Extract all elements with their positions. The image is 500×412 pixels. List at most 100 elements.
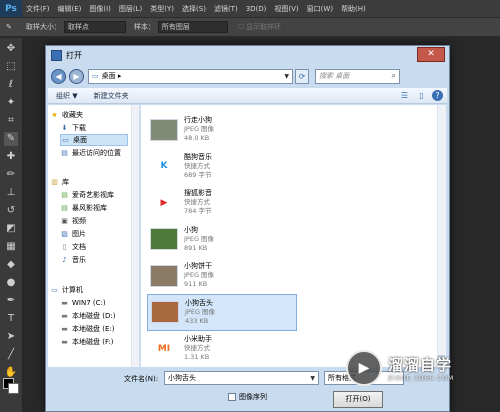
file-size: 433 KB <box>185 316 209 325</box>
move-tool-icon[interactable]: ✥ <box>4 42 18 56</box>
nav-item-drive-c[interactable]: ▬ WIN7 (C:) <box>60 297 139 309</box>
menu-file[interactable]: 文件(F) <box>22 4 54 14</box>
recent-places-icon: ▤ <box>61 149 68 157</box>
forward-arrow-icon[interactable]: ▶ <box>69 68 84 84</box>
path-selection-tool-icon[interactable]: ➤ <box>4 330 18 344</box>
nav-libraries-header[interactable]: ▥ 库 <box>50 176 139 188</box>
download-folder-icon: ⬇ <box>61 124 68 132</box>
dialog-titlebar[interactable]: 打开 <box>46 46 449 64</box>
back-arrow-icon[interactable]: ◀ <box>51 68 66 84</box>
eyedropper-tool-icon[interactable]: ✎ <box>4 132 18 146</box>
menu-edit[interactable]: 编辑(E) <box>54 4 86 14</box>
type-tool-icon[interactable]: T <box>4 312 18 326</box>
sample-select[interactable]: 所有图层 <box>157 21 228 33</box>
eraser-tool-icon[interactable]: ◩ <box>4 222 18 236</box>
magic-wand-tool-icon[interactable]: ✦ <box>4 96 18 110</box>
dodge-tool-icon[interactable]: ● <box>4 276 18 290</box>
show-ring-checkbox[interactable]: ☐ <box>238 23 244 31</box>
file-list-item[interactable]: ▶ 搜狐影音 快捷方式 784 字节 <box>147 184 297 221</box>
nav-item-recent[interactable]: ▤ 最近访问的位置 <box>60 147 139 159</box>
file-type: JPEG 图像 <box>185 307 216 316</box>
preview-pane-icon[interactable]: ▯ <box>415 90 428 101</box>
file-info: 行走小狗 JPEG 图像 48.0 KB <box>184 116 214 143</box>
file-info: 小狗舌头 JPEG 图像 433 KB <box>185 299 215 326</box>
nav-item-documents[interactable]: ▯ 文档 <box>60 241 139 253</box>
nav-label: WIN7 (C:) <box>72 299 106 307</box>
view-options-icon[interactable]: ☰ <box>398 90 411 101</box>
nav-computer-header[interactable]: ▭ 计算机 <box>50 284 139 296</box>
refresh-icon[interactable]: ⟳ <box>295 68 309 84</box>
menu-view[interactable]: 视图(V) <box>270 4 302 14</box>
file-type: 快捷方式 <box>184 198 210 206</box>
filename-dropdown-icon[interactable]: ▼ <box>310 375 315 382</box>
search-icon[interactable]: ⌕ <box>392 71 396 81</box>
file-name: 小狗饼干 <box>184 262 212 270</box>
shape-tool-icon[interactable]: ╱ <box>4 348 18 362</box>
image-sequence-checkbox[interactable] <box>228 393 236 401</box>
watermark-url: ZIXUE.3D66.COM <box>388 375 455 382</box>
nav-label: 爱奇艺影视库 <box>72 191 114 199</box>
nav-item-iqiyi-library[interactable]: ▤ 爱奇艺影视库 <box>60 189 139 201</box>
menu-select[interactable]: 选择(S) <box>178 4 210 14</box>
file-size: 911 KB <box>184 280 208 288</box>
image-sequence-option[interactable]: 图像序列 <box>228 392 267 402</box>
filename-value: 小狗舌头 <box>168 374 196 382</box>
nav-item-drive-d[interactable]: ▬ 本地磁盘 (D:) <box>60 310 139 322</box>
marquee-tool-icon[interactable]: ⬚ <box>4 60 18 74</box>
open-button[interactable]: 打开(O) <box>333 391 383 408</box>
nav-item-downloads[interactable]: ⬇ 下载 <box>60 122 139 134</box>
clone-stamp-tool-icon[interactable]: ⊥ <box>4 186 18 200</box>
menu-3d[interactable]: 3D(D) <box>242 5 271 13</box>
file-list-item[interactable]: 小狗舌头 JPEG 图像 433 KB <box>147 293 297 331</box>
file-list-scrollbar[interactable] <box>437 105 446 367</box>
menu-type[interactable]: 类型(Y) <box>146 4 178 14</box>
brush-tool-icon[interactable]: ✏ <box>4 168 18 182</box>
history-brush-tool-icon[interactable]: ↺ <box>4 204 18 218</box>
nav-item-videos[interactable]: ▣ 视频 <box>60 215 139 227</box>
menu-help[interactable]: 帮助(H) <box>337 4 370 14</box>
nav-scrollbar[interactable] <box>131 105 139 367</box>
gradient-tool-icon[interactable]: ▦ <box>4 240 18 254</box>
menu-image[interactable]: 图像(I) <box>85 4 115 14</box>
menu-window[interactable]: 窗口(W) <box>303 4 337 14</box>
pen-tool-icon[interactable]: ✒ <box>4 294 18 308</box>
dialog-title: 打开 <box>66 50 82 60</box>
file-list-item[interactable]: 小狗 JPEG 图像 891 KB <box>147 221 297 258</box>
file-list-item[interactable]: MI 小米助手 快捷方式 1.31 KB <box>147 330 297 367</box>
menu-filter[interactable]: 滤镜(T) <box>210 4 242 14</box>
nav-item-music[interactable]: ♪ 音乐 <box>60 254 139 266</box>
close-button[interactable]: ✕ <box>417 47 445 62</box>
address-bar[interactable]: ▭ 桌面 ▸ ▼ <box>88 68 293 84</box>
filename-input[interactable]: 小狗舌头 ▼ <box>164 371 319 385</box>
file-type: 快捷方式 <box>184 344 210 352</box>
file-list-item[interactable]: K 酷狗音乐 快捷方式 689 字节 <box>147 148 297 185</box>
eyedropper-icon[interactable]: ✎ <box>6 23 12 31</box>
nav-item-pictures[interactable]: ▨ 图片 <box>60 228 139 240</box>
menu-layer[interactable]: 图层(L) <box>115 4 146 14</box>
crop-tool-icon[interactable]: ⌗ <box>4 114 18 128</box>
search-input[interactable]: 搜索 桌面 ⌕ <box>315 68 400 84</box>
organize-button[interactable]: 组织 ▼ <box>56 91 78 101</box>
nav-item-baofeng-library[interactable]: ▤ 暴风影视库 <box>60 202 139 214</box>
photoshop-app-icon <box>51 49 62 61</box>
image-thumbnail <box>150 264 178 287</box>
image-thumbnail <box>150 228 178 250</box>
nav-label: 音乐 <box>72 256 86 264</box>
file-list-item[interactable]: 行走小狗 JPEG 图像 48.0 KB <box>147 111 297 148</box>
new-folder-button[interactable]: 新建文件夹 <box>94 91 129 101</box>
address-dropdown-icon[interactable]: ▼ <box>284 73 289 80</box>
nav-label: 库 <box>62 178 69 186</box>
nav-item-desktop[interactable]: ▭ 桌面 <box>60 134 128 146</box>
healing-brush-tool-icon[interactable]: ✚ <box>4 150 18 164</box>
lasso-tool-icon[interactable]: ℓ <box>4 78 18 92</box>
background-color-swatch[interactable] <box>8 383 19 394</box>
nav-item-drive-e[interactable]: ▬ 本地磁盘 (E:) <box>60 323 139 335</box>
sample-size-select[interactable]: 取样点 <box>63 21 126 33</box>
file-list-item[interactable]: 小狗饼干 JPEG 图像 911 KB <box>147 257 297 294</box>
help-icon[interactable]: ? <box>432 90 443 101</box>
nav-favorites-header[interactable]: ★ 收藏夹 <box>50 109 139 121</box>
nav-item-drive-f[interactable]: ▬ 本地磁盘 (F:) <box>60 336 139 348</box>
image-sequence-label: 图像序列 <box>239 393 267 401</box>
blur-tool-icon[interactable]: ◆ <box>4 258 18 272</box>
tools-panel: ✥ ⬚ ℓ ✦ ⌗ ✎ ✚ ✏ ⊥ ↺ ◩ ▦ ◆ ● ✒ T ➤ ╱ ✋ ⌕ <box>0 38 23 412</box>
